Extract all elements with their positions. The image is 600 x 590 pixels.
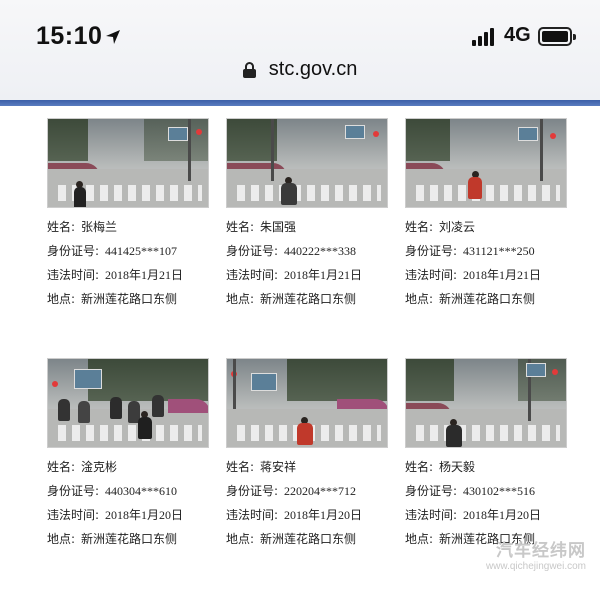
record-card: 姓名: 淦克彬 身份证号: 440304***610 违法时间: 2018年1月20日… <box>47 358 217 547</box>
record-time: 2018年1月21日 <box>284 268 363 282</box>
record-location: 新洲莲花路口东侧 <box>81 532 178 546</box>
record-name: 杨天毅 <box>439 460 476 474</box>
violation-photo[interactable] <box>226 118 388 208</box>
location-label: 地点: <box>47 292 76 306</box>
battery-icon <box>538 27 576 46</box>
record-id: 431121***250 <box>463 244 535 258</box>
id-label: 身份证号: <box>47 244 100 258</box>
time-label: 违法时间: <box>226 268 279 282</box>
id-label: 身份证号: <box>226 244 279 258</box>
record-card: 姓名: 张梅兰 身份证号: 441425***107 违法时间: 2018年1月21日… <box>47 118 217 307</box>
violation-photo[interactable] <box>405 118 567 208</box>
record-time: 2018年1月20日 <box>463 508 542 522</box>
location-arrow-icon <box>106 30 120 44</box>
violation-photo[interactable] <box>47 118 209 208</box>
id-label: 身份证号: <box>47 484 100 498</box>
id-label: 身份证号: <box>405 244 458 258</box>
record-location: 新洲莲花路口东侧 <box>439 292 536 306</box>
record-id: 440304***610 <box>105 484 178 498</box>
name-label: 姓名: <box>405 220 434 234</box>
location-label: 地点: <box>226 532 255 546</box>
record-name: 蒋安祥 <box>260 460 297 474</box>
violation-photo[interactable] <box>226 358 388 448</box>
record-name: 张梅兰 <box>81 220 118 234</box>
record-card: 姓名: 蒋安祥 身份证号: 220204***712 违法时间: 2018年1月20日… <box>226 358 396 547</box>
name-label: 姓名: <box>405 460 434 474</box>
page-header-line <box>0 100 600 106</box>
url-text[interactable]: stc.gov.cn <box>269 58 358 81</box>
time-label: 违法时间: <box>226 508 279 522</box>
status-time: 15:10 <box>36 22 103 50</box>
record-time: 2018年1月21日 <box>105 268 184 282</box>
record-location: 新洲莲花路口东侧 <box>260 532 357 546</box>
name-label: 姓名: <box>47 220 76 234</box>
location-label: 地点: <box>405 532 434 546</box>
time-label: 违法时间: <box>47 508 100 522</box>
location-label: 地点: <box>405 292 434 306</box>
record-time: 2018年1月21日 <box>463 268 542 282</box>
watermark-title: 汽车经纬网 <box>496 541 586 561</box>
id-label: 身份证号: <box>226 484 279 498</box>
name-label: 姓名: <box>47 460 76 474</box>
watermark: 汽车经纬网 www.qichejingwei.com <box>486 536 586 572</box>
violation-photo[interactable] <box>405 358 567 448</box>
record-card: 姓名: 朱国强 身份证号: 440222***338 违法时间: 2018年1月21日… <box>226 118 396 307</box>
record-id: 430102***516 <box>463 484 536 498</box>
record-id: 440222***338 <box>284 244 357 258</box>
time-label: 违法时间: <box>405 508 458 522</box>
status-and-url-bar: 15:10 4G stc.gov.cn <box>0 0 600 102</box>
record-id: 220204***712 <box>284 484 357 498</box>
record-time: 2018年1月20日 <box>105 508 184 522</box>
record-location: 新洲莲花路口东侧 <box>260 292 357 306</box>
network-type: 4G <box>504 24 531 46</box>
watermark-url: www.qichejingwei.com <box>485 561 586 572</box>
cellular-signal-icon <box>472 28 498 46</box>
record-time: 2018年1月20日 <box>284 508 363 522</box>
record-id: 441425***107 <box>105 244 178 258</box>
record-location: 新洲莲花路口东侧 <box>81 292 178 306</box>
location-label: 地点: <box>226 292 255 306</box>
lock-icon <box>242 61 256 78</box>
record-name: 淦克彬 <box>81 460 118 474</box>
name-label: 姓名: <box>226 220 255 234</box>
record-card: 姓名: 杨天毅 身份证号: 430102***516 违法时间: 2018年1月20日… <box>405 358 575 547</box>
time-label: 违法时间: <box>47 268 100 282</box>
time-label: 违法时间: <box>405 268 458 282</box>
location-label: 地点: <box>47 532 76 546</box>
violation-photo[interactable] <box>47 358 209 448</box>
record-card: 姓名: 刘凌云 身份证号: 431121***250 违法时间: 2018年1月21日… <box>405 118 575 307</box>
name-label: 姓名: <box>226 460 255 474</box>
record-name: 朱国强 <box>260 220 297 234</box>
record-name: 刘凌云 <box>439 220 476 234</box>
id-label: 身份证号: <box>405 484 458 498</box>
url-bar[interactable]: stc.gov.cn <box>0 58 600 94</box>
